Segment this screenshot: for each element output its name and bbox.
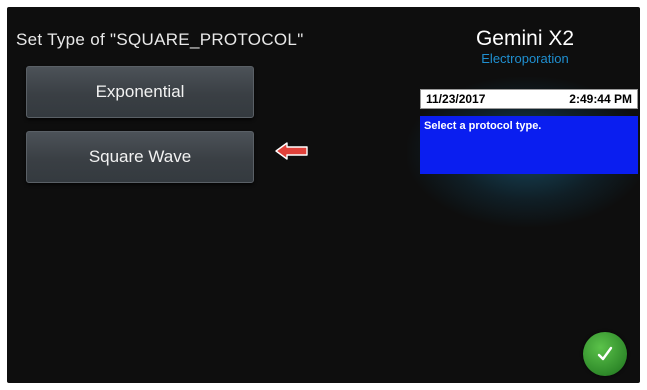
status-panel: 11/23/2017 2:49:44 PM Select a protocol …: [420, 89, 638, 181]
time-text: 2:49:44 PM: [569, 92, 632, 106]
exponential-button[interactable]: Exponential: [26, 66, 254, 118]
arrow-left-icon: [275, 142, 308, 160]
square-wave-button[interactable]: Square Wave: [26, 131, 254, 183]
datetime-bar: 11/23/2017 2:49:44 PM: [420, 89, 638, 109]
confirm-button[interactable]: [583, 332, 627, 376]
status-message: Select a protocol type.: [420, 116, 638, 174]
brand-header: Gemini X2 Electroporation: [420, 27, 630, 67]
device-screen: Set Type of "SQUARE_PROTOCOL" Exponentia…: [7, 7, 640, 383]
page-title: Set Type of "SQUARE_PROTOCOL": [16, 30, 304, 49]
checkmark-icon: [597, 346, 613, 361]
brand-subtitle: Electroporation: [481, 51, 569, 66]
date-text: 11/23/2017: [426, 92, 486, 106]
brand-name: Gemini X2: [475, 27, 575, 50]
